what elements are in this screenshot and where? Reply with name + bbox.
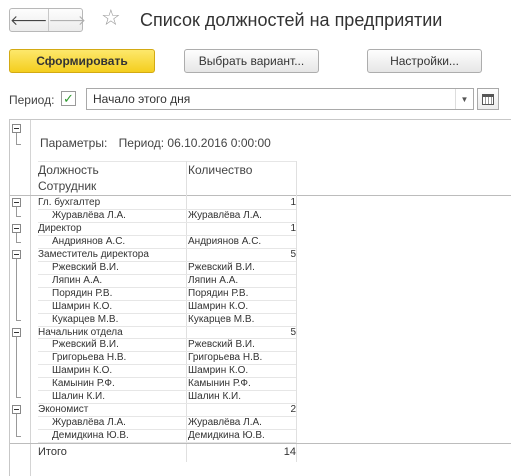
collapse-toggle-icon[interactable] (12, 249, 21, 259)
employee-detail: Шамрин К.О. (188, 365, 249, 377)
position-count: 2 (290, 404, 296, 416)
employee-row[interactable]: Шамрин К.О. Шамрин К.О. (10, 300, 511, 313)
employee-detail: Григорьева Н.В. (188, 352, 263, 364)
employee-name: Шамрин К.О. (52, 300, 113, 312)
employee-row[interactable]: Ляпин А.А. Ляпин А.А. (10, 274, 511, 287)
employee-name: Журавлёва Л.А. (52, 417, 126, 429)
group-row[interactable]: Экономист 2 (10, 403, 511, 416)
calendar-button[interactable] (477, 88, 499, 110)
employee-detail: Порядин Р.В. (188, 287, 249, 299)
employee-row[interactable]: Демидкина Ю.В. Демидкина Ю.В. (10, 429, 511, 442)
employee-row[interactable]: Шамрин К.О. Шамрин К.О. (10, 364, 511, 377)
group-row[interactable]: Заместитель директора 5 (10, 248, 511, 261)
collapse-toggle-icon[interactable] (12, 327, 21, 337)
employee-row[interactable]: Порядин Р.В. Порядин Р.В. (10, 287, 511, 300)
report-spreadsheet[interactable]: Параметры: Период: 06.10.2016 0:00:00 До… (9, 119, 511, 476)
employee-detail: Журавлёва Л.А. (188, 417, 262, 429)
choose-variant-button[interactable]: Выбрать вариант... (184, 49, 319, 73)
total-count: 14 (283, 446, 296, 459)
position-count: 5 (290, 326, 296, 338)
group-bracket (16, 414, 21, 438)
group-bracket (16, 336, 21, 399)
position-name: Директор (38, 222, 82, 234)
employee-name: Ржевский В.И. (52, 261, 119, 273)
period-checkbox[interactable]: ✓ (61, 91, 76, 106)
position-name: Заместитель директора (38, 248, 149, 260)
employee-row[interactable]: Шалин К.И. Шалин К.И. (10, 390, 511, 403)
employee-detail: Шамрин К.О. (188, 300, 249, 312)
employee-detail: Камынин Р.Ф. (188, 378, 251, 390)
employee-name: Камынин Р.Ф. (52, 378, 115, 390)
employee-row[interactable]: Журавлёва Л.А. Журавлёва Л.А. (10, 416, 511, 429)
group-bracket (16, 258, 21, 321)
column-header-position: Должность (38, 163, 99, 177)
position-name: Гл. бухгалтер (38, 197, 101, 208)
employee-row[interactable]: Ржевский В.И. Ржевский В.И. (10, 338, 511, 351)
employee-name: Григорьева Н.В. (52, 352, 127, 364)
employee-name: Шалин К.И. (52, 391, 106, 403)
chevron-down-icon[interactable]: ▼ (455, 89, 473, 109)
employee-name: Ляпин А.А. (52, 274, 103, 286)
generate-button[interactable]: Сформировать (9, 49, 155, 73)
employee-name: Кукарцев М.В. (52, 313, 119, 325)
group-row[interactable]: Начальник отдела 5 (10, 326, 511, 339)
employee-row[interactable]: Ржевский В.И. Ржевский В.И. (10, 261, 511, 274)
period-select[interactable]: Начало этого дня ▼ (86, 88, 474, 110)
favorite-star-icon[interactable]: ☆ (101, 5, 121, 31)
employee-row[interactable]: Журавлёва Л.А. Журавлёва Л.А. (10, 209, 511, 222)
group-row[interactable]: Директор 1 (10, 222, 511, 235)
position-name: Экономист (38, 404, 89, 416)
group-bracket (16, 133, 21, 145)
total-row: Итого 14 (10, 444, 511, 460)
column-header-count: Количество (188, 163, 253, 177)
employee-name: Ржевский В.И. (52, 339, 119, 351)
employee-row[interactable]: Григорьева Н.В. Григорьева Н.В. (10, 351, 511, 364)
employee-detail: Журавлёва Л.А. (188, 209, 262, 221)
position-count: 5 (290, 248, 296, 260)
employee-name: Шамрин К.О. (52, 365, 113, 377)
group-bracket (16, 232, 21, 243)
collapse-toggle-icon[interactable] (12, 405, 21, 415)
collapse-toggle-icon[interactable] (12, 223, 21, 233)
params-value: Период: 06.10.2016 0:00:00 (118, 136, 271, 150)
employee-name: Журавлёва Л.А. (52, 209, 126, 221)
employee-row[interactable]: Кукарцев М.В. Кукарцев М.В. (10, 313, 511, 326)
settings-button[interactable]: Настройки... (367, 49, 482, 73)
employee-name: Демидкина Ю.В. (52, 430, 129, 442)
params-label: Параметры: (40, 136, 108, 150)
period-value: Начало этого дня (93, 92, 191, 106)
navigation-buttons: 🡐 🡒 (9, 8, 86, 32)
group-row[interactable]: Гл. бухгалтер 1 (10, 196, 511, 209)
position-count: 1 (290, 222, 296, 234)
title-bar: 🡐 🡒 ☆ Список должностей на предприятии (0, 0, 511, 40)
column-header-employee: Сотрудник (38, 179, 97, 193)
calendar-icon (482, 93, 494, 105)
employee-detail: Демидкина Ю.В. (188, 430, 265, 442)
back-arrow-icon[interactable]: 🡐 (10, 9, 48, 31)
total-label: Итого (38, 446, 67, 459)
employee-detail: Ржевский В.И. (188, 339, 255, 351)
employee-detail: Шалин К.И. (188, 391, 242, 403)
employee-row[interactable]: Камынин Р.Ф. Камынин Р.Ф. (10, 377, 511, 390)
report-parameters: Параметры: Период: 06.10.2016 0:00:00 (40, 136, 271, 150)
employee-detail: Ржевский В.И. (188, 261, 255, 273)
employee-name: Андриянов А.С. (52, 235, 126, 247)
employee-name: Порядин Р.В. (52, 287, 113, 299)
group-bracket (16, 207, 21, 217)
forward-arrow-icon[interactable]: 🡒 (47, 9, 86, 31)
employee-row[interactable]: Андриянов А.С. Андриянов А.С. (10, 235, 511, 248)
period-label: Период: (9, 93, 55, 107)
collapse-toggle-icon[interactable] (12, 124, 21, 133)
position-count: 1 (290, 197, 296, 208)
employee-detail: Ляпин А.А. (188, 274, 239, 286)
collapse-toggle-icon[interactable] (12, 198, 21, 207)
page-title: Список должностей на предприятии (140, 10, 443, 30)
employee-detail: Андриянов А.С. (188, 235, 262, 247)
employee-detail: Кукарцев М.В. (188, 313, 255, 325)
position-name: Начальник отдела (38, 326, 123, 338)
